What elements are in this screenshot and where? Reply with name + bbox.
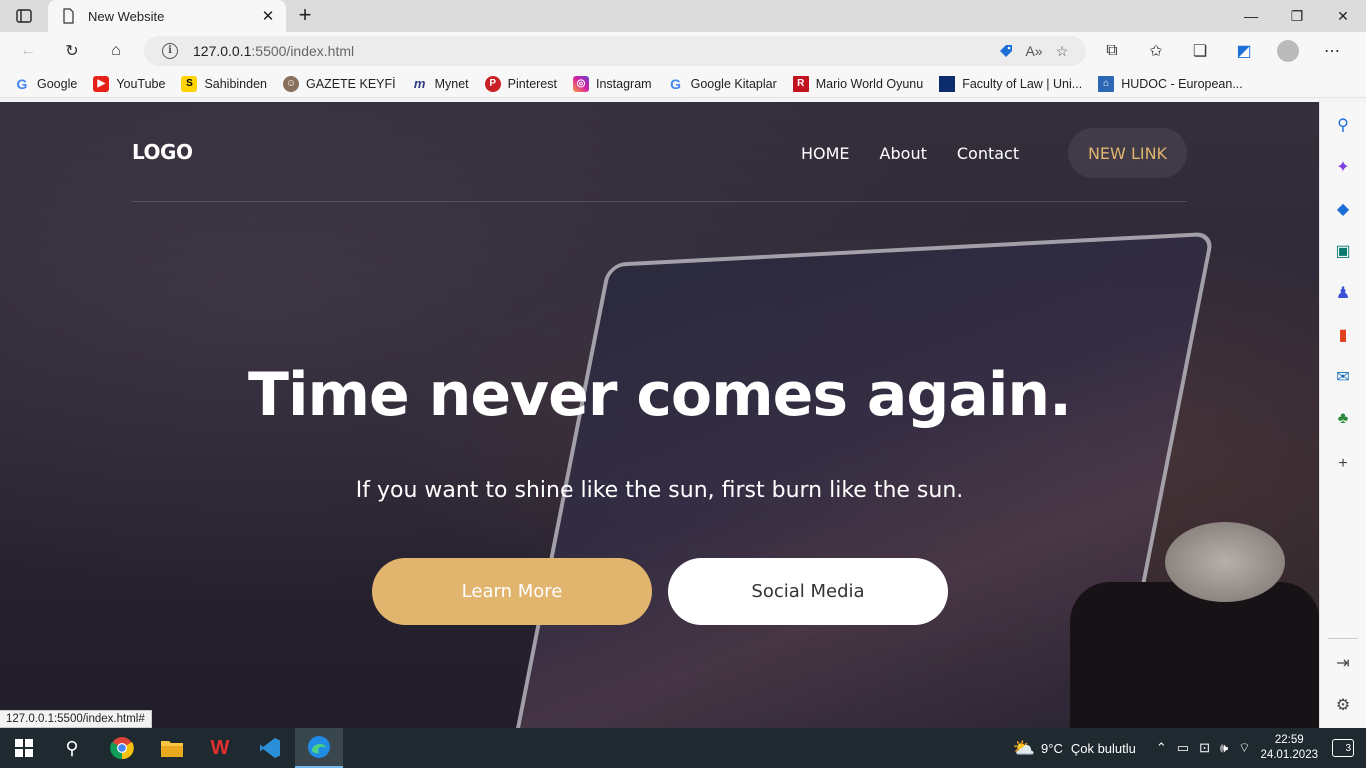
hide-sidebar-icon[interactable]: ⇥ bbox=[1332, 652, 1354, 674]
profile-avatar[interactable] bbox=[1270, 37, 1306, 65]
mynet-icon: m bbox=[413, 76, 426, 91]
nav-about[interactable]: About bbox=[880, 144, 927, 163]
learn-more-button[interactable]: Learn More bbox=[372, 558, 652, 625]
favorite-google[interactable]: G Google bbox=[14, 75, 78, 92]
site-nav: HOME About Contact bbox=[801, 144, 1019, 163]
tab-new-website[interactable]: New Website ✕ bbox=[48, 0, 286, 32]
system-tray: ⛅ 9°C Çok bulutlu ⌃ ▭ ⊡ 🕪 ⌔ 22:59 24.01.… bbox=[1013, 728, 1366, 768]
games-icon[interactable]: ♟ bbox=[1332, 282, 1354, 304]
edge-taskbar-icon[interactable] bbox=[295, 728, 343, 768]
address-bar[interactable]: i 127.0.0.1:5500/index.html A» ☆ bbox=[144, 36, 1086, 66]
hero-subtitle: If you want to shine like the sun, first… bbox=[355, 478, 964, 503]
site-logo[interactable]: LOGO bbox=[132, 140, 193, 164]
clock-date: 24.01.2023 bbox=[1260, 749, 1318, 761]
address-url[interactable]: 127.0.0.1:5500/index.html bbox=[193, 43, 992, 59]
nav-contact[interactable]: Contact bbox=[957, 144, 1019, 163]
tab-actions-icon[interactable] bbox=[12, 6, 36, 26]
web-page: LOGO HOME About Contact NEW LINK Time ne… bbox=[0, 102, 1319, 728]
tag-icon[interactable] bbox=[992, 37, 1020, 65]
start-icon[interactable] bbox=[0, 728, 48, 768]
tools-icon[interactable]: ▣ bbox=[1332, 240, 1354, 262]
clock-time: 22:59 bbox=[1274, 734, 1304, 746]
sahibinden-icon: S bbox=[181, 75, 198, 92]
add-favorite-icon[interactable]: ☆ bbox=[1048, 37, 1076, 65]
add-sidebar-icon[interactable]: + bbox=[1332, 453, 1354, 475]
edge-sidebar: ⚲ ✦ ◆ ▣ ♟ ▮ ✉ ♣ + ⇥ ⚙ bbox=[1319, 102, 1366, 728]
tab-title: New Website bbox=[88, 8, 165, 24]
favorite-faculty-of-law[interactable]: Faculty of Law | Uni... bbox=[939, 75, 1082, 92]
sidebar-settings-icon[interactable]: ⚙ bbox=[1332, 694, 1354, 716]
home-icon[interactable]: ⌂ bbox=[102, 37, 130, 65]
favorites-bar: G Google ▶ YouTube S Sahibinden ☺ GAZETE KEY… bbox=[0, 70, 1366, 98]
weather-icon[interactable]: ⛅ bbox=[1013, 738, 1035, 759]
favorite-gazete[interactable]: ☺ GAZETE KEYFİ bbox=[283, 75, 396, 92]
search-icon[interactable]: ⚲ bbox=[1332, 114, 1354, 136]
network-device-icon[interactable]: ▭ bbox=[1177, 740, 1189, 756]
google-icon: G bbox=[16, 75, 28, 92]
read-aloud-icon[interactable]: A» bbox=[1020, 37, 1048, 65]
refresh-icon[interactable]: ↻ bbox=[58, 37, 86, 65]
wifi-icon[interactable]: ⌔ bbox=[1238, 740, 1250, 756]
search-taskbar-icon[interactable]: ⚲ bbox=[48, 728, 96, 768]
google-books-icon: G bbox=[670, 75, 682, 92]
faculty-icon bbox=[939, 75, 956, 92]
collections-icon[interactable]: ❏ bbox=[1182, 37, 1218, 65]
more-menu-icon[interactable]: ⋯ bbox=[1314, 37, 1350, 65]
favorite-sahibinden[interactable]: S Sahibinden bbox=[181, 75, 267, 92]
social-media-button[interactable]: Social Media bbox=[668, 558, 948, 625]
status-bar-url: 127.0.0.1:5500/index.html# bbox=[0, 710, 152, 728]
mario-icon: R bbox=[792, 75, 809, 92]
office-icon[interactable]: ▮ bbox=[1332, 324, 1354, 346]
pinterest-icon: P bbox=[484, 75, 501, 92]
browser-toolbar: ← ↻ ⌂ i 127.0.0.1:5500/index.html A» ☆ ⧉… bbox=[0, 32, 1366, 70]
copilot-icon[interactable]: ✦ bbox=[1332, 156, 1354, 178]
new-tab-icon[interactable]: + bbox=[294, 4, 316, 27]
file-explorer-icon[interactable] bbox=[148, 728, 196, 768]
youtube-icon: ▶ bbox=[93, 75, 110, 92]
favorites-icon[interactable]: ✩ bbox=[1138, 37, 1174, 65]
weather-desc[interactable]: Çok bulutlu bbox=[1071, 741, 1136, 756]
windows-taskbar: ⚲ W ⛅ 9°C Çok bulutlu ⌃ ▭ ⊡ 🕪 ⌔ 22:59 24… bbox=[0, 728, 1366, 768]
favorite-instagram[interactable]: ◎ Instagram bbox=[573, 75, 652, 92]
new-link-button[interactable]: NEW LINK bbox=[1068, 128, 1187, 178]
favorite-pinterest[interactable]: P Pinterest bbox=[484, 75, 557, 92]
gazete-icon: ☺ bbox=[283, 75, 299, 92]
favorite-mynet[interactable]: m Mynet bbox=[412, 76, 469, 92]
volume-icon[interactable]: 🕪 bbox=[1220, 740, 1228, 756]
favorite-youtube[interactable]: ▶ YouTube bbox=[93, 75, 165, 92]
minimize-icon[interactable]: — bbox=[1228, 0, 1274, 32]
nav-home[interactable]: HOME bbox=[801, 144, 850, 163]
notification-count: 3 bbox=[1345, 742, 1351, 754]
site-info-icon[interactable]: i bbox=[162, 43, 178, 59]
favorite-hudoc[interactable]: ⌂ HUDOC - European... bbox=[1098, 75, 1243, 92]
edge-bar-icon[interactable]: ◩ bbox=[1226, 37, 1262, 65]
tab-strip: New Website ✕ + — ❐ ✕ bbox=[0, 0, 1366, 32]
outlook-icon[interactable]: ✉ bbox=[1332, 366, 1354, 388]
favorite-google-kitaplar[interactable]: G Google Kitaplar bbox=[668, 76, 777, 92]
hero-title: Time never comes again. bbox=[248, 360, 1072, 430]
hudoc-icon: ⌂ bbox=[1098, 75, 1115, 92]
page-icon bbox=[63, 8, 74, 24]
close-tab-icon[interactable]: ✕ bbox=[258, 6, 278, 26]
wps-icon[interactable]: W bbox=[196, 728, 244, 768]
close-window-icon[interactable]: ✕ bbox=[1320, 0, 1366, 32]
weather-temp[interactable]: 9°C bbox=[1041, 741, 1063, 756]
extensions-icon[interactable]: ⧉ bbox=[1094, 37, 1130, 65]
chrome-icon[interactable] bbox=[98, 728, 146, 768]
back-icon[interactable]: ← bbox=[14, 37, 42, 65]
shopping-icon[interactable]: ◆ bbox=[1332, 198, 1354, 220]
notifications-icon[interactable]: 3 bbox=[1332, 739, 1354, 757]
nav-divider bbox=[132, 201, 1187, 202]
vscode-icon[interactable] bbox=[246, 728, 294, 768]
favorite-mario[interactable]: R Mario World Oyunu bbox=[792, 75, 923, 92]
camera-icon[interactable]: ⊡ bbox=[1199, 740, 1210, 756]
restore-icon[interactable]: ❐ bbox=[1274, 0, 1320, 32]
clock[interactable]: 22:59 24.01.2023 bbox=[1260, 733, 1318, 763]
instagram-icon: ◎ bbox=[573, 75, 589, 92]
drop-icon[interactable]: ♣ bbox=[1332, 408, 1354, 430]
show-hidden-icons-icon[interactable]: ⌃ bbox=[1156, 740, 1167, 756]
